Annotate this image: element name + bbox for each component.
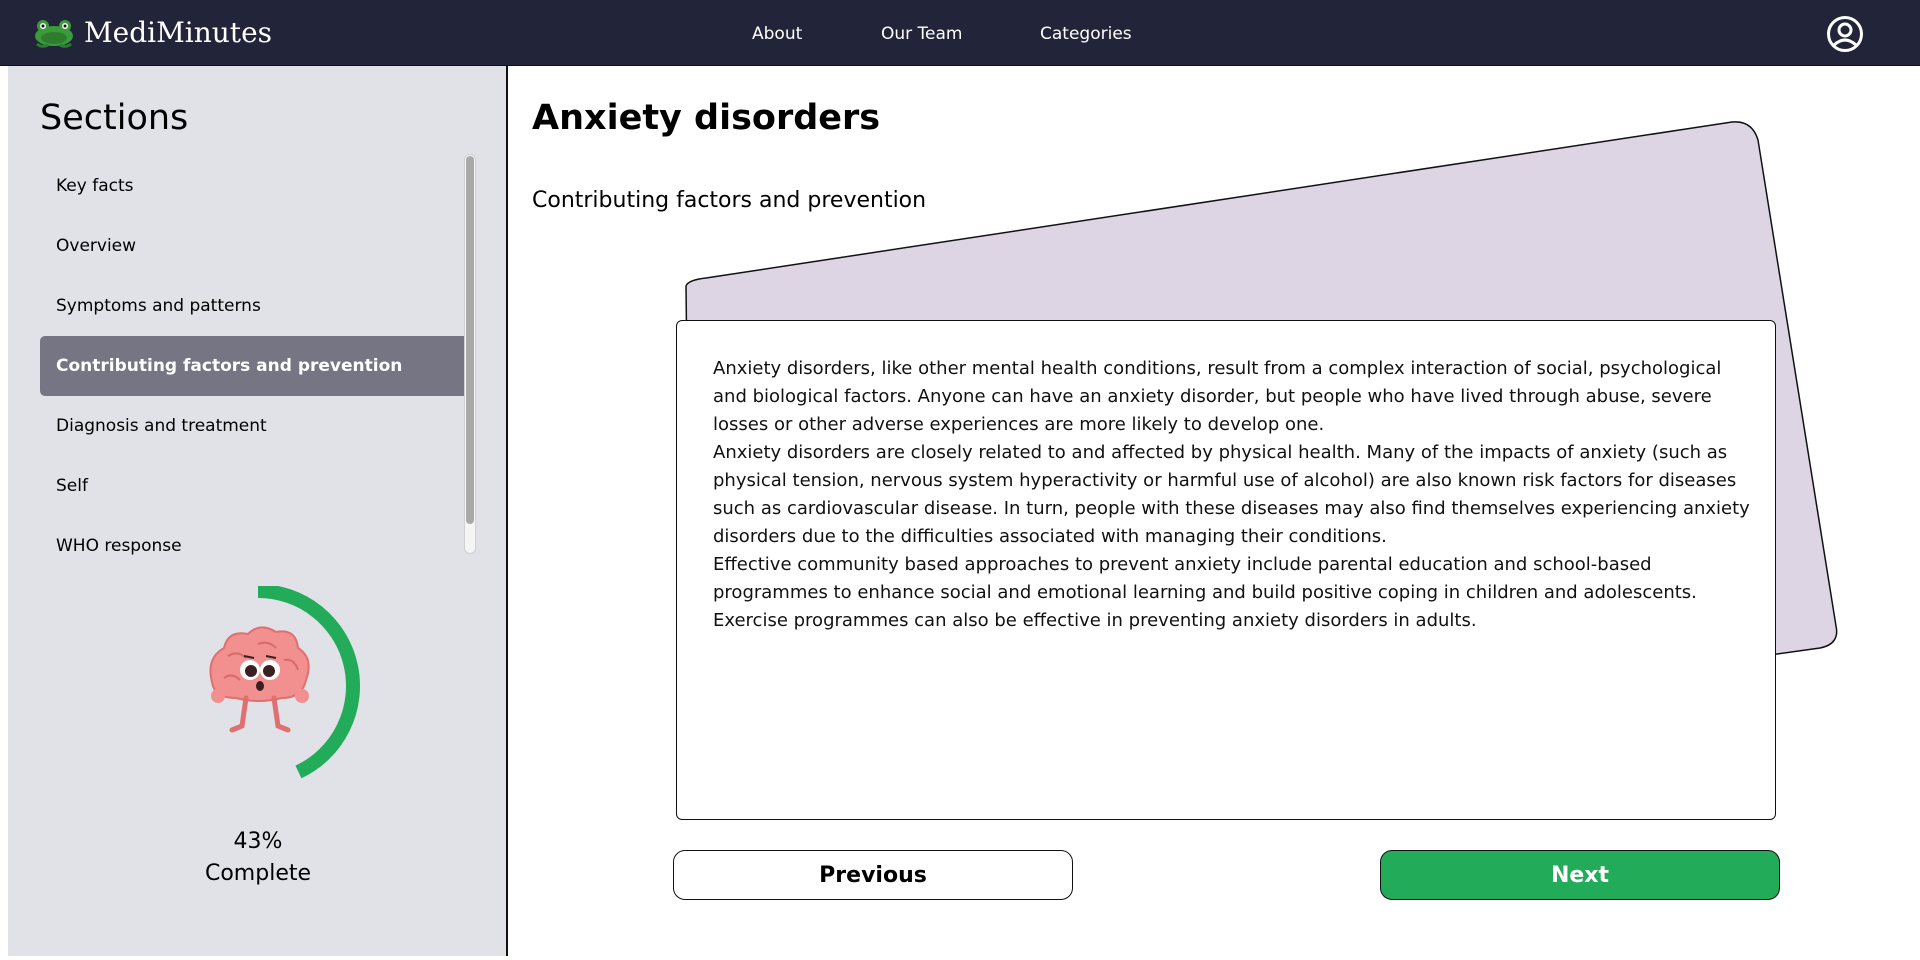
progress-complete-text: Complete	[204, 861, 312, 886]
sections-scrollbar[interactable]	[464, 154, 476, 554]
progress-percent: 43%	[233, 829, 283, 854]
top-navbar: MediMinutes About Our Team Categories	[0, 0, 1920, 66]
nav-our-team[interactable]: Our Team	[881, 24, 962, 44]
section-item-overview[interactable]: Overview	[40, 216, 471, 276]
section-item-contributing-factors[interactable]: Contributing factors and prevention	[40, 336, 471, 396]
main-content: Anxiety disorders Contributing factors a…	[510, 66, 1920, 960]
brain-mascot-icon	[209, 626, 310, 733]
content-card: Anxiety disorders, like other mental hea…	[676, 320, 1776, 820]
section-item-key-facts[interactable]: Key facts	[40, 156, 471, 216]
section-item-symptoms[interactable]: Symptoms and patterns	[40, 276, 471, 336]
page-title: Anxiety disorders	[532, 98, 881, 138]
brand-logo[interactable]: MediMinutes	[32, 14, 272, 50]
content-paragraph: Anxiety disorders are closely related to…	[713, 442, 1750, 547]
section-subtitle: Contributing factors and prevention	[532, 188, 927, 213]
progress-ring	[209, 584, 360, 779]
next-button[interactable]: Next	[1380, 850, 1780, 900]
section-item-diagnosis[interactable]: Diagnosis and treatment	[40, 396, 471, 456]
nav-categories[interactable]: Categories	[1040, 24, 1132, 44]
content-paragraph: Anxiety disorders, like other mental hea…	[713, 358, 1722, 435]
user-circle-icon[interactable]	[1826, 15, 1864, 53]
sections-sidebar: Sections Key facts Overview Symptoms and…	[8, 66, 508, 956]
frog-logo-icon	[35, 20, 73, 48]
section-item-who-response[interactable]: WHO response	[40, 516, 471, 576]
content-paragraph: Effective community based approaches to …	[713, 554, 1697, 631]
previous-button[interactable]: Previous	[673, 850, 1073, 900]
sidebar-title: Sections	[40, 98, 189, 138]
section-list: Key facts Overview Symptoms and patterns…	[40, 156, 471, 576]
section-item-self[interactable]: Self	[40, 456, 471, 516]
progress-label: 43% Complete	[158, 826, 358, 890]
progress-indicator	[198, 584, 378, 786]
nav-about[interactable]: About	[752, 24, 802, 44]
brand-name: MediMinutes	[84, 15, 273, 49]
scrollbar-thumb[interactable]	[466, 156, 474, 524]
